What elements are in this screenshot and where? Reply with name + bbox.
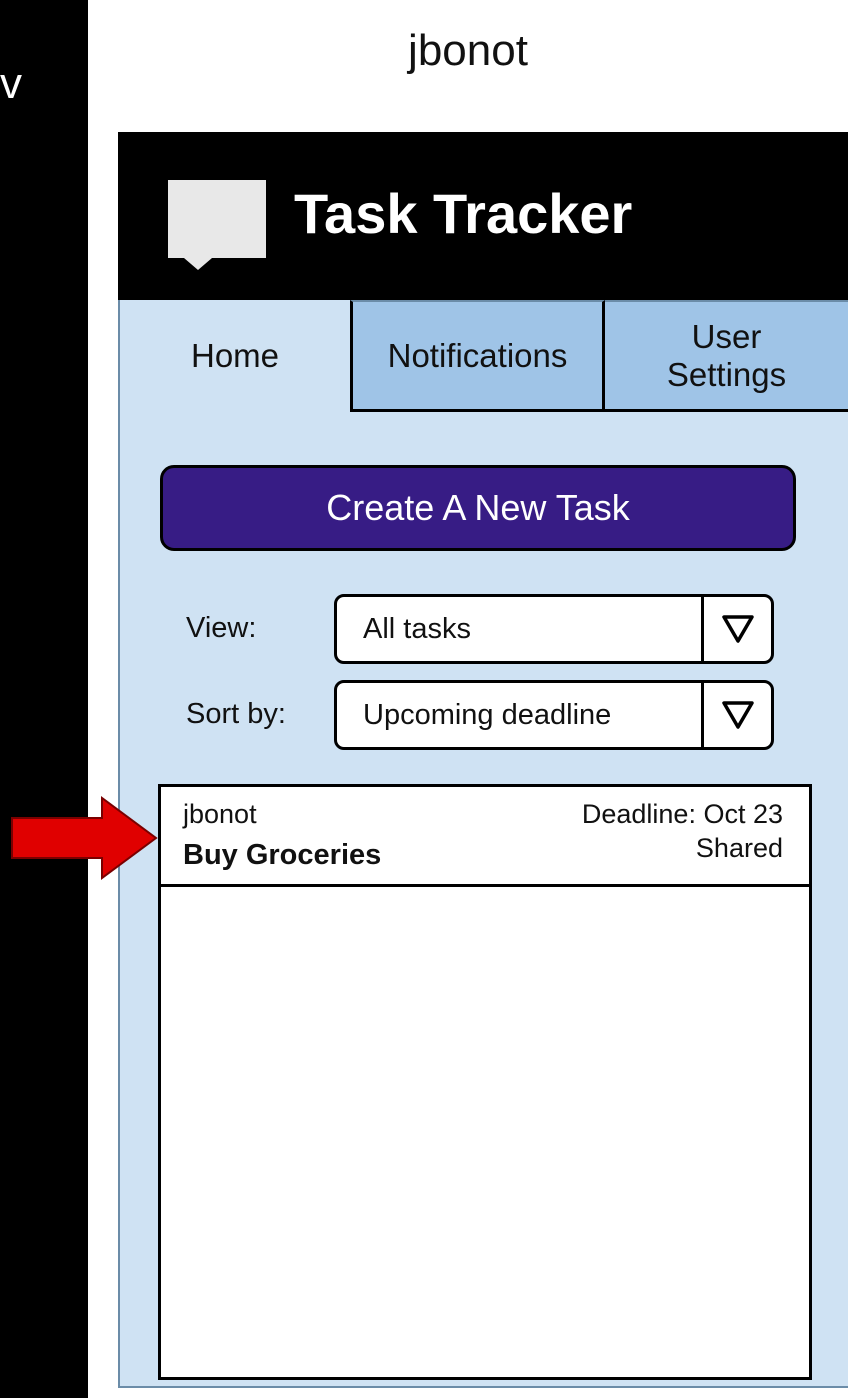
tab-user-settings-label: User Settings (666, 317, 787, 393)
username-label: jbonot (408, 26, 528, 75)
view-label: View: (186, 612, 257, 644)
sort-dropdown-button[interactable] (701, 683, 771, 747)
task-list-item[interactable]: jbonot Buy Groceries Deadline: Oct 23 Sh… (161, 787, 809, 887)
sort-label: Sort by: (186, 698, 286, 730)
triangle-down-icon (721, 701, 754, 729)
task-owner: jbonot (183, 799, 257, 829)
tab-notifications-label: Notifications (387, 336, 568, 374)
tab-home[interactable]: Home (120, 300, 350, 412)
create-task-button[interactable]: Create A New Task (160, 465, 796, 551)
cropped-text: v (0, 59, 22, 108)
task-list: jbonot Buy Groceries Deadline: Oct 23 Sh… (158, 784, 812, 1380)
sort-select-value: Upcoming deadline (363, 698, 612, 731)
create-task-label: Create A New Task (326, 487, 630, 528)
task-title: Buy Groceries (183, 839, 382, 871)
app-title: Task Tracker (294, 182, 633, 245)
task-shared-status: Shared (695, 833, 783, 863)
speech-bubble-tail-icon (184, 258, 212, 270)
tab-user-settings[interactable]: User Settings (605, 300, 848, 412)
view-dropdown-button[interactable] (701, 597, 771, 661)
red-arrow-icon (11, 796, 158, 880)
sort-select[interactable]: Upcoming deadline (334, 680, 774, 750)
tab-notifications[interactable]: Notifications (350, 300, 605, 412)
triangle-down-icon (721, 615, 754, 643)
view-select[interactable]: All tasks (334, 594, 774, 664)
speech-bubble-icon (168, 180, 266, 258)
tab-home-label: Home (190, 337, 280, 375)
view-select-value: All tasks (363, 612, 471, 645)
task-deadline: Deadline: Oct 23 (581, 799, 783, 829)
screen: v jbonot Task Tracker Home Notifications… (0, 0, 848, 1398)
